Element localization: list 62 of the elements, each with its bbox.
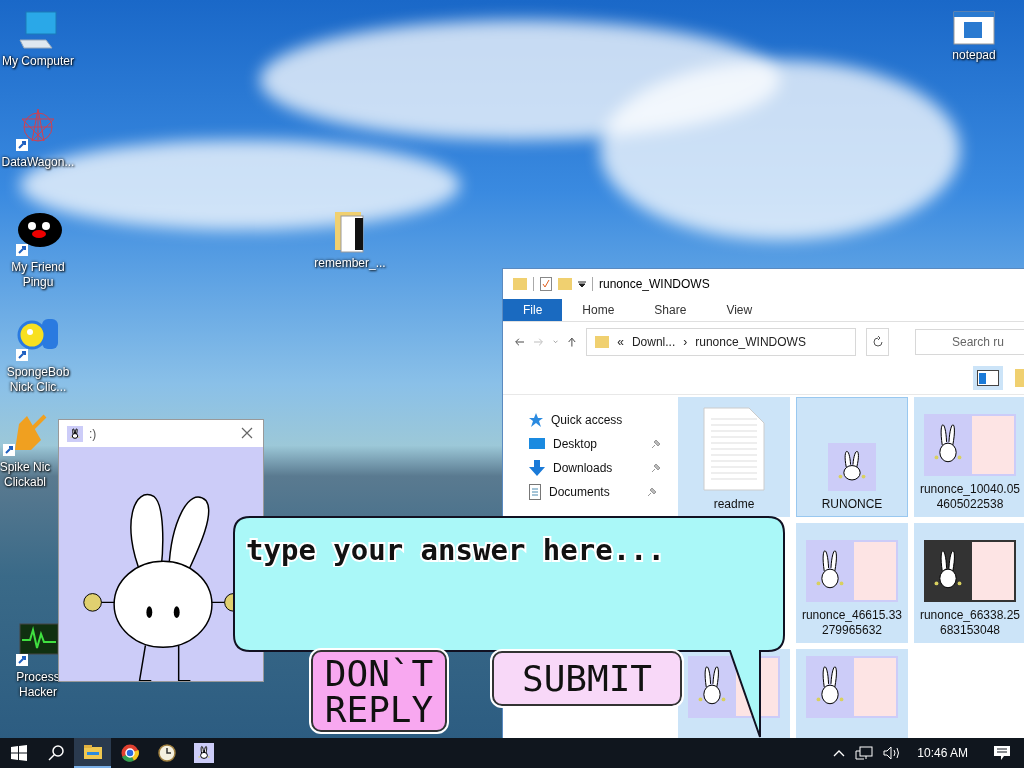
back-icon[interactable] bbox=[515, 336, 525, 348]
ribbon-tab[interactable]: Home bbox=[562, 299, 635, 321]
pin-icon bbox=[647, 487, 657, 497]
notepad-icon bbox=[952, 10, 996, 46]
address-bar[interactable]: « Downl... › runonce_WINDOWS bbox=[586, 328, 857, 356]
nav-item[interactable]: Documents bbox=[549, 485, 639, 499]
properties-icon[interactable] bbox=[540, 277, 552, 291]
refresh-button[interactable] bbox=[866, 328, 889, 356]
windows-logo-icon bbox=[10, 745, 27, 761]
penguin-face-icon bbox=[14, 210, 62, 258]
answer-field[interactable]: type your answer here... bbox=[244, 529, 768, 571]
text-file-icon bbox=[703, 407, 765, 491]
preview-pane-button[interactable] bbox=[973, 366, 1003, 390]
pin-icon bbox=[651, 439, 661, 449]
search-field[interactable]: Search ru bbox=[915, 329, 1024, 355]
pane-layout-icon bbox=[977, 370, 999, 386]
ribbon-tab[interactable]: File bbox=[503, 299, 563, 321]
chevron-up-icon[interactable] bbox=[833, 749, 846, 757]
file-item[interactable]: runonce_46615.33279965632 bbox=[796, 523, 908, 643]
download-icon bbox=[529, 460, 545, 476]
dropdown-icon[interactable] bbox=[578, 280, 586, 288]
file-item[interactable]: RUNONCE bbox=[796, 397, 908, 517]
file-item[interactable] bbox=[796, 649, 908, 739]
desktop-icon bbox=[529, 438, 545, 450]
breadcrumb-item[interactable]: › bbox=[683, 335, 688, 349]
file-item[interactable]: runonce_10040.054605022538 bbox=[914, 397, 1024, 517]
breadcrumb-item[interactable]: Downl... bbox=[631, 335, 676, 349]
bunny-icon bbox=[67, 425, 83, 442]
bunny-icon bbox=[193, 743, 214, 763]
icon-label[interactable]: Spike Nic Clickabl bbox=[0, 460, 58, 490]
bunny-thumbnail bbox=[828, 443, 876, 491]
browser-icon bbox=[120, 744, 139, 762]
star-icon bbox=[529, 413, 543, 427]
refresh-icon bbox=[871, 336, 884, 348]
dont-reply-button[interactable]: DON`T REPLY bbox=[311, 650, 447, 732]
document-icon bbox=[529, 484, 541, 500]
submit-button[interactable]: SUBMIT bbox=[492, 651, 682, 706]
network-icon[interactable] bbox=[855, 746, 874, 760]
clock-icon bbox=[157, 744, 176, 762]
icon-label[interactable]: Process Hacker bbox=[0, 670, 76, 700]
nav-item[interactable]: Downloads bbox=[553, 461, 643, 475]
notification-icon[interactable] bbox=[994, 746, 1010, 760]
close-icon bbox=[241, 427, 253, 440]
nav-item[interactable]: Quick access bbox=[551, 413, 641, 427]
icon-label[interactable]: My Computer bbox=[2, 54, 74, 69]
breadcrumb-item[interactable]: runonce_WINDOWS bbox=[695, 335, 806, 349]
file-item[interactable]: readme bbox=[678, 397, 790, 517]
ribbon-tab[interactable]: View bbox=[706, 299, 773, 321]
nav-item[interactable]: Desktop bbox=[553, 437, 643, 451]
search-icon bbox=[47, 745, 64, 761]
window-title: runonce_WINDOWS bbox=[599, 277, 710, 291]
ribbon-tab[interactable]: Share bbox=[634, 299, 707, 321]
volume-icon[interactable] bbox=[883, 746, 902, 760]
up-arrow-icon[interactable] bbox=[568, 335, 577, 349]
icon-label[interactable]: notepad bbox=[952, 48, 996, 63]
clock-time[interactable]: 10:46 AM bbox=[917, 746, 968, 760]
computer-icon bbox=[16, 10, 60, 52]
window-title: :) bbox=[89, 426, 98, 441]
taskbar-app-button[interactable] bbox=[74, 738, 111, 768]
breadcrumb-item[interactable]: « bbox=[617, 335, 624, 349]
file-item[interactable]: runonce_66338.25683153048 bbox=[914, 523, 1024, 643]
pin-icon bbox=[651, 463, 661, 473]
